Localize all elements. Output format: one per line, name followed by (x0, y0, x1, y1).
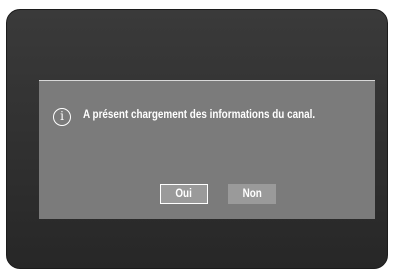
oui-button[interactable]: Oui (160, 184, 208, 204)
info-dialog: i A présent chargement des informations … (39, 80, 375, 219)
tv-screen: i A présent chargement des informations … (6, 9, 388, 269)
non-button[interactable]: Non (228, 184, 276, 204)
info-icon: i (53, 108, 71, 126)
non-button-label: Non (242, 188, 262, 200)
oui-button-label: Oui (175, 188, 193, 200)
dialog-message: A présent chargement des informations du… (83, 109, 316, 121)
